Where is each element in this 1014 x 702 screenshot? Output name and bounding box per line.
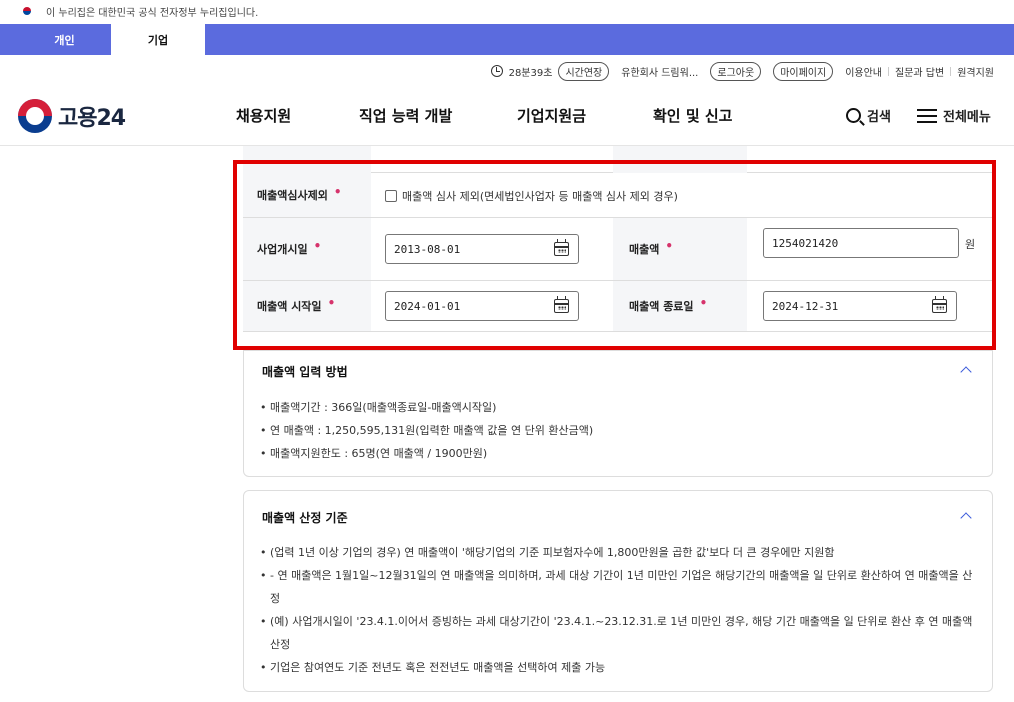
required-mark: • [699, 296, 708, 310]
start-date-input[interactable]: 2013-08-01 [385, 234, 579, 264]
exclude-checkbox-label: 매출액 심사 제외(면세법인사업자 등 매출액 심사 제외 경우) [402, 190, 678, 203]
form-row-start-revenue: 사업개시일 • 2013-08-01 매출액 • 1254021420 원 [243, 218, 993, 281]
clock-icon [490, 65, 503, 77]
korea-flag-icon [20, 6, 34, 16]
criteria-list: (업력 1년 이상 기업의 경우) 연 매출액이 '해당기업의 기준 피보험자수… [260, 541, 976, 679]
chevron-up-icon[interactable] [960, 512, 972, 524]
qna-link[interactable]: 질문과 답변 [895, 64, 944, 79]
list-item: 매출액지원한도 : 65명(연 매출액 / 1900만원) [260, 442, 976, 465]
nav-item-subsidy[interactable]: 기업지원금 [517, 105, 586, 126]
list-item: 연 매출액 : 1,250,595,131원(입력한 매출액 값을 연 단위 환… [260, 419, 976, 442]
revenue-input[interactable]: 1254021420 [763, 228, 959, 258]
divider [888, 66, 889, 76]
required-mark: • [665, 239, 674, 253]
list-item: (예) 사업개시일이 '23.4.1.이어서 증빙하는 과세 대상기간이 '23… [260, 610, 976, 656]
calendar-icon[interactable] [932, 296, 947, 313]
tab-business[interactable]: 기업 [111, 24, 205, 55]
revenue-input-guide-panel: 매출액 입력 방법 매출액기간 : 366일(매출액종료일-매출액시작일) 연 … [243, 350, 993, 477]
divider [950, 66, 952, 76]
mypage-button[interactable]: 마이페이지 [773, 61, 834, 81]
utility-bar: 28분39초 시간연장 유한회사 드림워... 로그아웃 마이페이지 이용안내 … [490, 61, 994, 81]
revenue-start-label: 매출액 시작일 • [243, 281, 371, 331]
required-mark: • [327, 296, 336, 310]
chevron-up-icon[interactable] [960, 366, 972, 378]
revenue-end-label: 매출액 종료일 • [613, 281, 747, 331]
list-item: 기업은 참여연도 기준 전년도 혹은 전전년도 매출액을 선택하여 제출 가능 [260, 656, 976, 679]
list-item: 매출액기간 : 366일(매출액종료일-매출액시작일) [260, 396, 976, 419]
calendar-icon[interactable] [554, 296, 569, 313]
search-button[interactable]: 검색 [846, 106, 891, 125]
revenue-end-input[interactable]: 2024-12-31 [763, 291, 957, 321]
session-timer: 28분39초 [508, 67, 553, 79]
remote-support-link[interactable]: 원격지원 [957, 64, 994, 79]
form-row-exclude: 매출액심사제외 • 매출액 심사 제외(면세법인사업자 등 매출액 심사 제외 … [243, 173, 993, 218]
panel-title: 매출액 입력 방법 [262, 365, 348, 379]
extend-session-button[interactable]: 시간연장 [558, 61, 610, 81]
company-name: 유한회사 드림워... [621, 67, 699, 79]
panel-title: 매출액 산정 기준 [262, 511, 348, 525]
revenue-unit: 원 [965, 238, 976, 251]
revenue-label: 매출액 • [613, 218, 747, 280]
revenue-criteria-panel: 매출액 산정 기준 (업력 1년 이상 기업의 경우) 연 매출액이 '해당기업… [243, 490, 993, 692]
list-item: (업력 1년 이상 기업의 경우) 연 매출액이 '해당기업의 기준 피보험자수… [260, 541, 976, 564]
guide-list: 매출액기간 : 366일(매출액종료일-매출액시작일) 연 매출액 : 1,25… [260, 396, 976, 465]
help-link[interactable]: 이용안내 [845, 64, 882, 79]
exclude-checkbox[interactable] [385, 190, 397, 202]
form-row-period: 매출액 시작일 • 2024-01-01 매출액 종료일 • 2024-12-3… [243, 281, 993, 332]
gov-banner-text: 이 누리집은 대한민국 공식 전자정부 누리집입니다. [46, 7, 259, 19]
revenue-start-input[interactable]: 2024-01-01 [385, 291, 579, 321]
start-date-label: 사업개시일 • [243, 218, 371, 280]
nav-item-training[interactable]: 직업 능력 개발 [359, 105, 452, 126]
required-mark: • [313, 239, 322, 253]
tab-personal[interactable]: 개인 [18, 24, 111, 55]
list-item: - 연 매출액은 1월1일~12월31일의 연 매출액을 의미하며, 과세 대상… [260, 564, 976, 610]
nav-item-report[interactable]: 확인 및 신고 [653, 105, 732, 126]
required-mark: • [333, 185, 342, 199]
revenue-form: 매출액심사제외 • 매출액 심사 제외(면세법인사업자 등 매출액 심사 제외 … [243, 146, 993, 336]
hamburger-icon [917, 108, 937, 123]
form-row-top [243, 146, 993, 173]
all-menu-button[interactable]: 전체메뉴 [917, 106, 991, 125]
all-menu-label: 전체메뉴 [943, 110, 991, 125]
search-icon [846, 108, 861, 123]
search-label: 검색 [867, 110, 891, 125]
logout-button[interactable]: 로그아웃 [710, 61, 762, 81]
exclude-checkbox-wrap[interactable]: 매출액 심사 제외(면세법인사업자 등 매출액 심사 제외 경우) [385, 188, 678, 204]
user-type-tabbar: 개인 기업 [0, 24, 1014, 55]
exclude-label: 매출액심사제외 • [243, 173, 371, 217]
nav-item-recruit[interactable]: 채용지원 [236, 105, 291, 126]
gov-banner: 이 누리집은 대한민국 공식 전자정부 누리집입니다. [0, 0, 1014, 22]
calendar-icon[interactable] [554, 239, 569, 256]
